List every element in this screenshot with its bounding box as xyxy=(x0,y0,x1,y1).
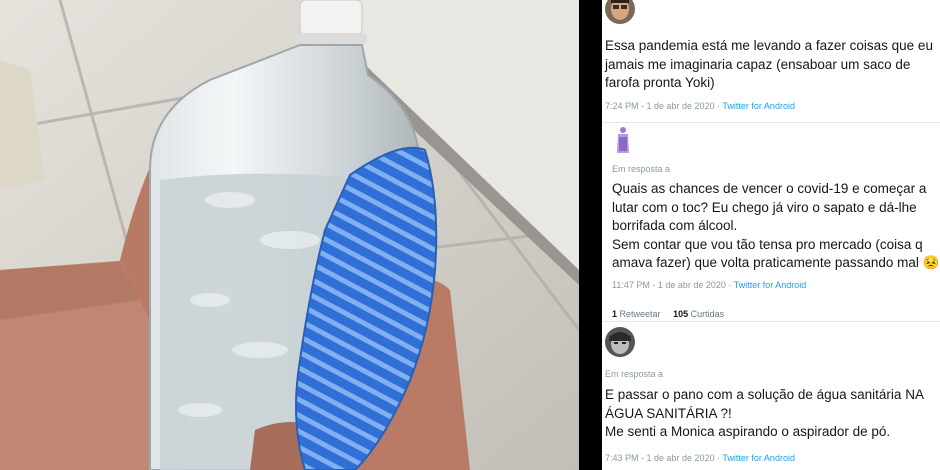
meme-photo xyxy=(0,0,579,470)
tweet-text: E passar o pano com a solução de água sa… xyxy=(605,387,924,439)
reply-to-label: Em resposta a xyxy=(605,369,664,379)
photo-illustration xyxy=(0,0,579,470)
tweet-text: Quais as chances de vencer o covid-19 e … xyxy=(612,180,940,273)
tweet-timestamp[interactable]: 7:24 PM - 1 de abr de 2020 xyxy=(605,101,715,111)
photo-divider xyxy=(579,0,602,470)
likes-stat[interactable]: 105 Curtidas xyxy=(673,309,724,319)
tweet-meta: 7:24 PM - 1 de abr de 2020 · Twitter for… xyxy=(605,101,795,111)
tweet-client[interactable]: Twitter for Android xyxy=(734,280,807,290)
tweet-meta: 11:47 PM - 1 de abr de 2020 · Twitter fo… xyxy=(612,280,806,290)
meta-separator: · xyxy=(725,280,734,290)
tweet-meta: 7:43 PM - 1 de abr de 2020 · Twitter for… xyxy=(605,453,795,463)
tweet-3: Em resposta a E passar o pano com a solu… xyxy=(602,322,940,470)
likes-count: 105 xyxy=(673,309,689,319)
avatar-purple-figure[interactable] xyxy=(614,125,632,155)
avatar-man-face[interactable] xyxy=(605,0,635,24)
tweet-timestamp[interactable]: 7:43 PM - 1 de abr de 2020 xyxy=(605,453,715,463)
retweets-label: Retweetar xyxy=(619,309,661,319)
tweet-client[interactable]: Twitter for Android xyxy=(722,453,795,463)
reply-to-label: Em resposta a xyxy=(612,164,671,174)
tweet-stats: 1 Retweetar 105 Curtidas xyxy=(612,309,724,319)
retweets-count: 1 xyxy=(612,309,618,319)
tweet-client[interactable]: Twitter for Android xyxy=(722,101,795,111)
tweet-text: Essa pandemia está me levando a fazer co… xyxy=(605,38,933,90)
retweets-stat[interactable]: 1 Retweetar xyxy=(612,309,661,319)
likes-label: Curtidas xyxy=(690,309,725,319)
tweet-2: Em resposta a Quais as chances de vencer… xyxy=(602,123,940,322)
avatar-grayscale-face[interactable] xyxy=(605,327,635,357)
persevering-face-emoji: 😣 xyxy=(922,255,940,270)
tweets-panel: Essa pandemia está me levando a fazer co… xyxy=(602,0,940,470)
tweet-1: Essa pandemia está me levando a fazer co… xyxy=(602,0,940,123)
tweet-text-body: Quais as chances de vencer o covid-19 e … xyxy=(612,181,927,270)
tweet-timestamp[interactable]: 11:47 PM - 1 de abr de 2020 xyxy=(612,280,726,290)
